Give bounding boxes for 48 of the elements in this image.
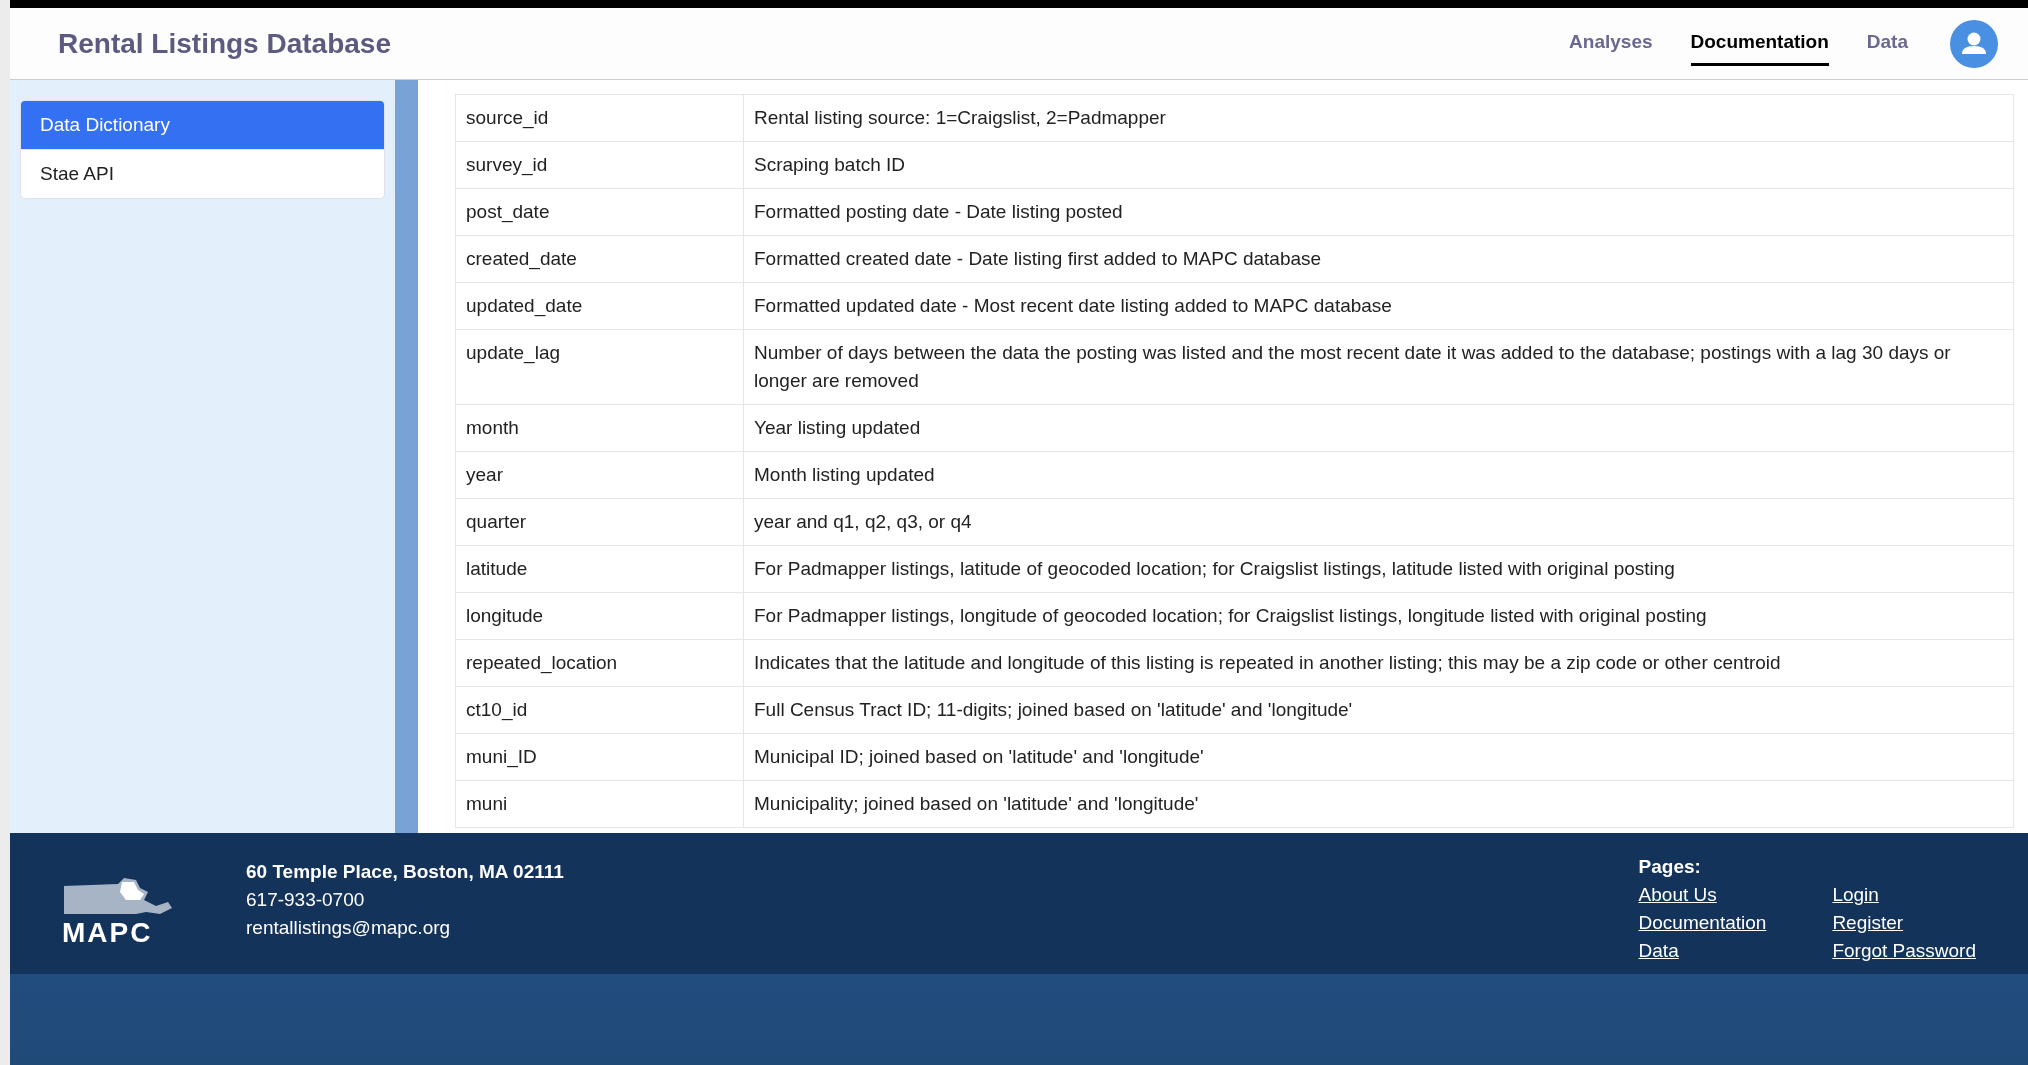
footer-link[interactable]: Login xyxy=(1832,881,1976,909)
user-avatar-icon[interactable] xyxy=(1950,19,1998,68)
sidebar-item[interactable]: Stae API xyxy=(21,149,384,198)
description-cell: Indicates that the latitude and longitude of this listing is repeated in another listing; this may be a zip code or other centroid xyxy=(743,639,2014,687)
description-cell: For Padmapper listings, longitude of geocoded location; for Craigslist listings, longitude listed with original posting xyxy=(743,592,2014,640)
description-cell: Municipality; joined based on 'latitude' and 'longitude' xyxy=(743,780,2014,828)
description-cell: Number of days between the data the posting was listed and the most recent date it was added to the database; postings with a lag 30 days or longer are removed xyxy=(743,329,2014,405)
sidebar-item[interactable]: Data Dictionary xyxy=(21,101,384,149)
field-name-cell: updated_date xyxy=(455,282,744,330)
footer-link[interactable]: Documentation xyxy=(1638,909,1767,937)
field-name-cell: year xyxy=(455,451,744,499)
description-cell: Rental listing source: 1=Craigslist, 2=Padmapper xyxy=(743,94,2014,142)
phone-text: 617-933-0700 xyxy=(246,888,366,912)
description-cell: For Padmapper listings, latitude of geocoded location; for Craigslist listings, latitude listed with original posting xyxy=(743,545,2014,593)
description-cell: year and q1, q2, q3, or q4 xyxy=(743,498,2014,546)
footer-link[interactable]: About Us xyxy=(1638,881,1767,909)
field-name-cell: post_date xyxy=(455,188,744,236)
footer-link[interactable]: Data xyxy=(1638,937,1767,965)
field-name-cell: update_lag xyxy=(455,329,744,405)
description-cell: Formatted created date - Date listing first added to MAPC database xyxy=(743,235,2014,283)
nav-tab[interactable]: Data xyxy=(1866,21,1908,66)
field-name-cell: month xyxy=(455,404,744,452)
logo-text: MAPC xyxy=(62,918,153,948)
field-name-cell: quarter xyxy=(455,498,744,546)
field-name-cell: survey_id xyxy=(455,141,744,189)
description-cell: Municipal ID; joined based on 'latitude' and 'longitude' xyxy=(743,733,2014,781)
field-name-cell: repeated_location xyxy=(455,639,744,687)
nav-tab[interactable]: Documentation xyxy=(1690,21,1829,66)
description-cell: Scraping batch ID xyxy=(743,141,2014,189)
address-text: 60 Temple Place, Boston, MA 02111 xyxy=(246,860,564,884)
description-cell: Formatted updated date - Most recent date listing added to MAPC database xyxy=(743,282,2014,330)
pages-heading: Pages: xyxy=(1638,855,1702,879)
field-name-cell: latitude xyxy=(455,545,744,593)
description-cell: Month listing updated xyxy=(743,451,2014,499)
field-name-cell: created_date xyxy=(455,235,744,283)
field-name-cell: muni xyxy=(455,780,744,828)
field-name-cell: ct10_id xyxy=(455,686,744,734)
email-text: rentallistings@mapc.org xyxy=(246,916,452,940)
description-cell: Full Census Tract ID; 11-digits; joined based on 'latitude' and 'longitude' xyxy=(743,686,2014,734)
footer-link[interactable]: Forgot Password xyxy=(1832,937,1976,965)
footer-link[interactable]: Register xyxy=(1832,909,1976,937)
description-cell: Year listing updated xyxy=(743,404,2014,452)
field-name-cell: source_id xyxy=(455,94,744,142)
nav-tab[interactable]: Analyses xyxy=(1569,21,1653,66)
field-name-cell: muni_ID xyxy=(455,733,744,781)
description-cell: Formatted posting date - Date listing posted xyxy=(743,188,2014,236)
field-name-cell: longitude xyxy=(455,592,744,640)
site-title: Rental Listings Database xyxy=(58,27,391,60)
